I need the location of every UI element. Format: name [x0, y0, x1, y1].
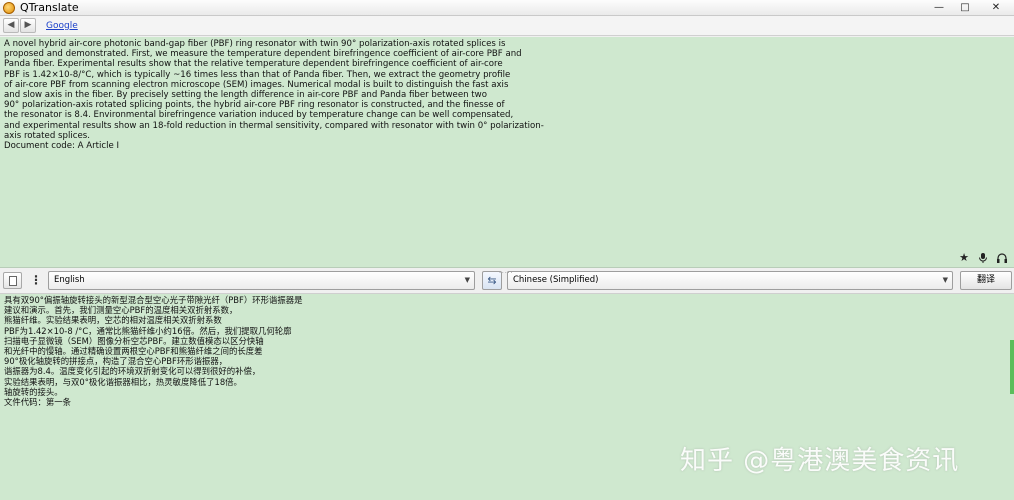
source-actions: ★	[958, 252, 1008, 264]
chevron-down-icon: ▼	[464, 276, 470, 284]
document-icon	[9, 276, 17, 286]
app-icon	[3, 1, 15, 14]
provider-toolbar: ◀ ▶ Google	[0, 16, 1014, 36]
menu-dots-icon[interactable]: ⋮	[30, 273, 42, 288]
headphones-icon[interactable]	[996, 252, 1008, 264]
window-title: QTranslate	[20, 1, 79, 14]
translation-result-pane[interactable]: 具有双90°偏振轴旋转接头的新型混合型空心光子带隙光纤（PBF）环形谐振器是 建…	[0, 294, 1014, 500]
minimize-button[interactable]: —	[926, 0, 952, 16]
forward-button[interactable]: ▶	[20, 18, 36, 33]
back-button[interactable]: ◀	[3, 18, 19, 33]
source-language-value: English	[54, 275, 85, 285]
title-bar: QTranslate — □ ✕	[0, 0, 1014, 16]
source-text-pane[interactable]: A novel hybrid air-core photonic band-ga…	[0, 37, 1014, 268]
microphone-icon[interactable]	[977, 252, 989, 264]
close-button[interactable]: ✕	[978, 0, 1014, 16]
source-language-select[interactable]: English ▼	[48, 271, 475, 290]
window-controls: — □ ✕	[926, 0, 1014, 16]
translate-button[interactable]: 翻译	[960, 271, 1012, 290]
new-document-button[interactable]	[3, 272, 22, 289]
target-language-select[interactable]: Chinese (Simplified) ▼	[507, 271, 953, 290]
pane-splitter-grip[interactable]: .....	[499, 268, 514, 275]
chevron-down-icon: ▼	[942, 276, 948, 284]
maximize-button[interactable]: □	[952, 0, 978, 16]
translation-result-text[interactable]: 具有双90°偏振轴旋转接头的新型混合型空心光子带隙光纤（PBF）环形谐振器是 建…	[4, 295, 424, 407]
scrollbar-thumb[interactable]	[1010, 340, 1014, 394]
provider-link-google[interactable]: Google	[46, 21, 78, 31]
star-icon[interactable]: ★	[958, 252, 970, 264]
watermark: 知乎 @粤港澳美食资讯	[680, 446, 960, 476]
target-language-value: Chinese (Simplified)	[513, 275, 599, 285]
source-text[interactable]: A novel hybrid air-core photonic band-ga…	[4, 39, 544, 151]
